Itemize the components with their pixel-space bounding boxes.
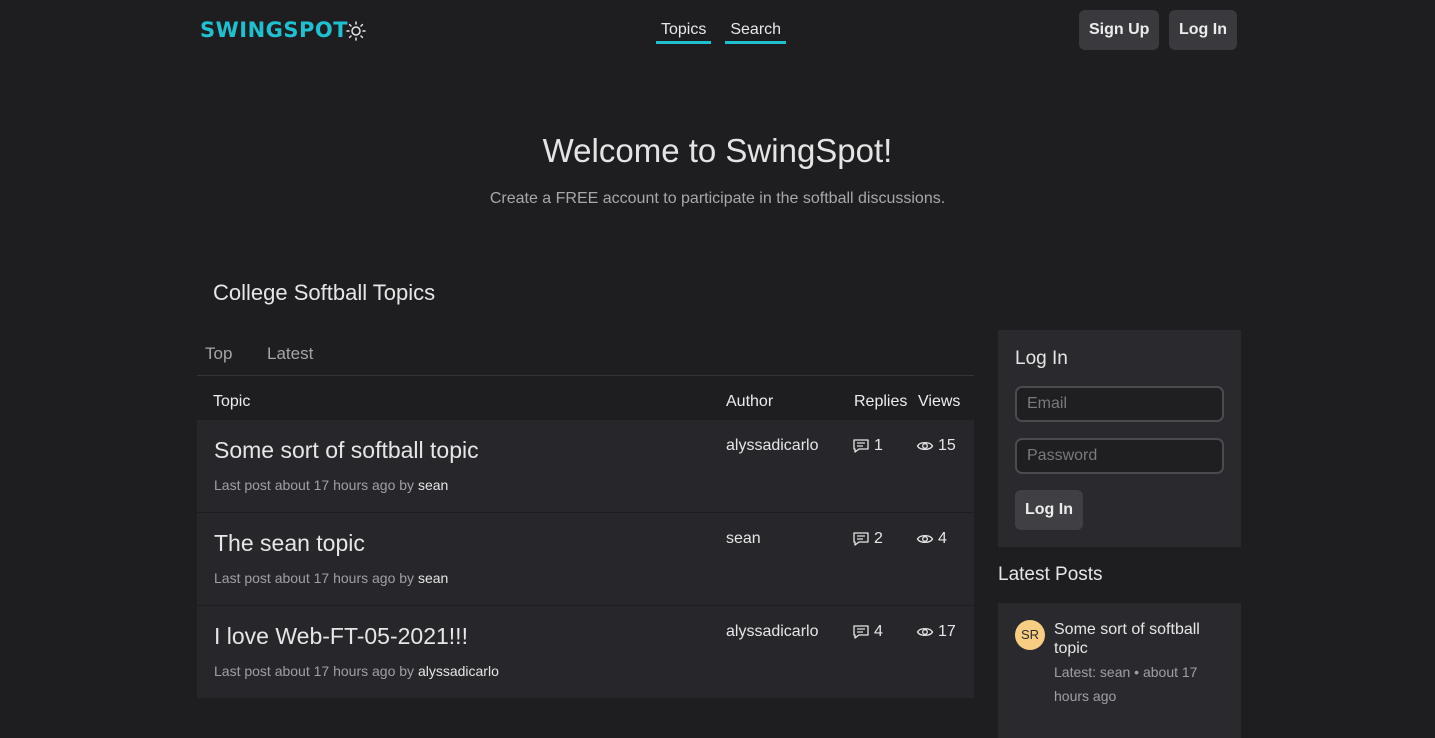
eye-icon	[916, 441, 934, 451]
hero-title: Welcome to SwingSpot!	[542, 132, 893, 169]
topic-last-post: Last post about 17 hours ago by sean	[214, 477, 448, 493]
views-count: 17	[916, 623, 956, 641]
topic-author[interactable]: alyssadicarlo	[726, 437, 818, 455]
topic-title[interactable]: The sean topic	[214, 530, 365, 557]
eye-icon	[916, 627, 934, 637]
replies-count: 1	[852, 437, 883, 455]
topic-tabs: Top Latest	[197, 330, 974, 376]
topic-author[interactable]: alyssadicarlo	[726, 623, 818, 641]
last-post-text: Last post about 17 hours ago by	[214, 663, 415, 679]
nav-search-link[interactable]: Search	[725, 20, 787, 44]
eye-icon	[916, 534, 934, 544]
sun-icon[interactable]	[346, 21, 366, 41]
column-header-replies: Replies	[854, 393, 908, 410]
topic-title[interactable]: I love Web-FT-05-2021!!!	[214, 623, 468, 650]
latest-post-title[interactable]: Some sort of softball topic	[1054, 620, 1229, 658]
views-count: 4	[916, 530, 947, 548]
table-row[interactable]: Some sort of softball topic Last post ab…	[197, 420, 974, 513]
comment-icon	[853, 625, 869, 639]
nav-topics-link[interactable]: Topics	[656, 20, 712, 44]
section-title: College Softball Topics	[213, 280, 436, 305]
views-count: 15	[916, 437, 956, 455]
comment-icon	[853, 439, 869, 453]
topic-last-post: Last post about 17 hours ago by alyssadi…	[214, 663, 499, 679]
table-row[interactable]: I love Web-FT-05-2021!!! Last post about…	[197, 606, 974, 699]
site-header: SWINGSPOT Topics Search Sign Up Log In	[0, 0, 1435, 62]
site-logo[interactable]: SWINGSPOT	[200, 18, 348, 42]
topic-last-post: Last post about 17 hours ago by sean	[214, 570, 448, 586]
replies-value: 2	[874, 530, 883, 547]
replies-count: 4	[852, 623, 883, 641]
latest-posts-title: Latest Posts	[998, 564, 1103, 585]
sign-up-button[interactable]: Sign Up	[1079, 10, 1160, 50]
login-card: Log In Log In	[998, 330, 1241, 547]
main-nav: Topics Search	[656, 20, 787, 44]
email-field[interactable]	[1015, 386, 1224, 422]
replies-count: 2	[852, 530, 883, 548]
last-post-user[interactable]: sean	[418, 477, 448, 493]
avatar: SR	[1015, 620, 1045, 650]
last-post-text: Last post about 17 hours ago by	[214, 570, 415, 586]
header-log-in-button[interactable]: Log In	[1169, 10, 1237, 50]
table-header: Topic Author Replies Views	[197, 382, 974, 420]
last-post-user[interactable]: alyssadicarlo	[418, 663, 499, 679]
login-submit-button[interactable]: Log In	[1015, 490, 1083, 530]
hero-subtitle: Create a FREE account to participate in …	[489, 190, 946, 207]
table-row[interactable]: The sean topic Last post about 17 hours …	[197, 513, 974, 606]
login-title: Log In	[1015, 348, 1068, 369]
replies-value: 4	[874, 623, 883, 640]
latest-post-meta: Latest: sean • about 17 hours ago	[1054, 664, 1198, 704]
last-post-user[interactable]: sean	[418, 570, 448, 586]
replies-value: 1	[874, 437, 883, 454]
views-value: 4	[938, 530, 947, 547]
password-field[interactable]	[1015, 438, 1224, 474]
column-header-views: Views	[918, 393, 961, 410]
views-value: 17	[938, 623, 956, 640]
latest-post-item[interactable]: SR Some sort of softball topic Latest: s…	[998, 603, 1241, 738]
last-post-text: Last post about 17 hours ago by	[214, 477, 415, 493]
topic-title[interactable]: Some sort of softball topic	[214, 437, 479, 464]
column-header-topic: Topic	[213, 393, 251, 410]
views-value: 15	[938, 437, 956, 454]
tab-latest[interactable]: Latest	[267, 344, 313, 364]
tab-top[interactable]: Top	[205, 344, 232, 364]
column-header-author: Author	[726, 393, 774, 410]
topic-author[interactable]: sean	[726, 530, 761, 548]
comment-icon	[853, 532, 869, 546]
